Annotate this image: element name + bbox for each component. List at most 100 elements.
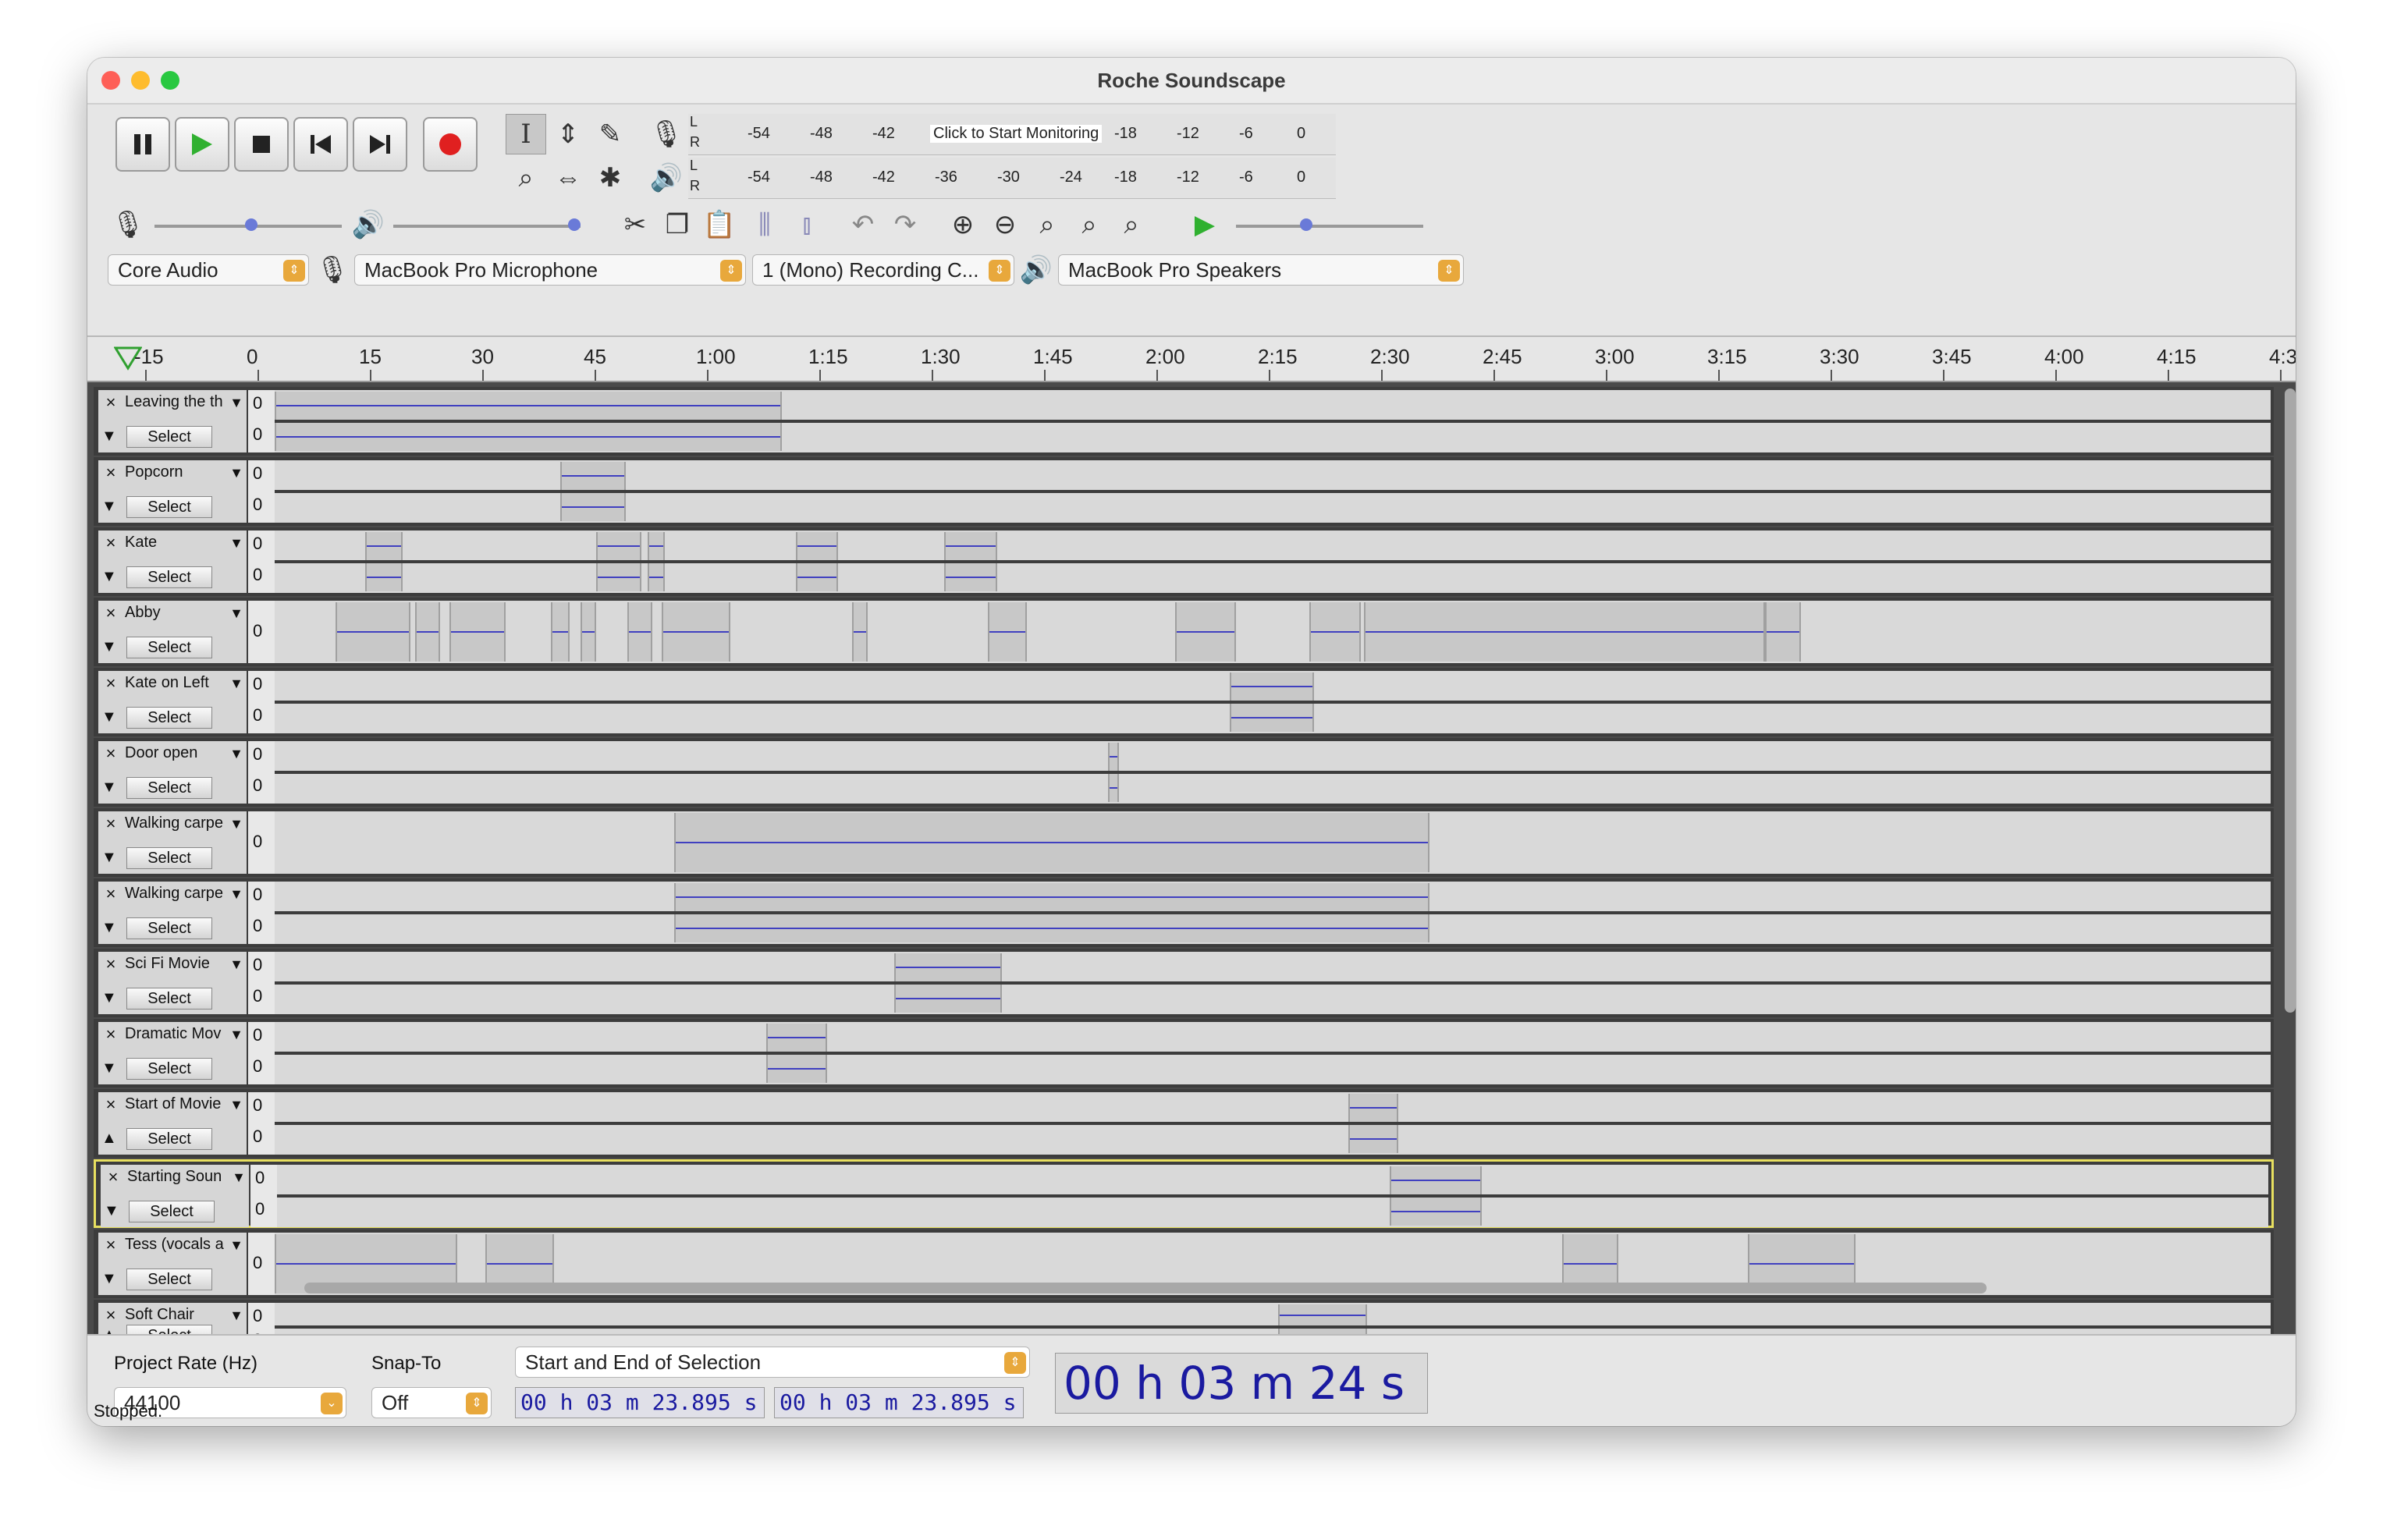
playback-meter[interactable]: L R -54 -48 -42 -36 -30 -24 -18 -12 -6 0 xyxy=(688,158,1336,199)
select-track-button[interactable]: Select xyxy=(126,426,212,448)
fit-selection-icon[interactable]: ⌕ xyxy=(1027,204,1067,245)
close-track-icon[interactable]: × xyxy=(101,1025,120,1044)
audio-clip[interactable] xyxy=(551,602,570,662)
select-track-button[interactable]: Select xyxy=(126,917,212,939)
record-button[interactable] xyxy=(423,117,478,172)
track-name[interactable]: Abby xyxy=(125,604,240,627)
collapse-track-icon[interactable]: ▼ xyxy=(104,1202,119,1220)
track[interactable]: × Walking carpe ▼ ▼ Select 0 xyxy=(94,808,2274,877)
vertical-scale[interactable]: 0 xyxy=(248,1233,275,1295)
audio-clip[interactable] xyxy=(336,602,410,662)
waveform-area[interactable] xyxy=(275,882,2271,944)
select-track-button[interactable]: Select xyxy=(126,777,212,799)
audio-position-display[interactable]: 00 h 03 m 24 s xyxy=(1055,1353,1428,1414)
audio-clip[interactable] xyxy=(894,985,1002,1013)
track-name[interactable]: Popcorn xyxy=(125,463,240,487)
track-name[interactable]: Door open xyxy=(125,744,240,768)
track-menu-chevron-icon[interactable]: ▼ xyxy=(232,1169,246,1186)
selection-mode-select[interactable]: Start and End of Selection ⇕ xyxy=(515,1347,1030,1378)
zoom-in-icon[interactable]: ⊕ xyxy=(943,204,983,245)
select-track-button[interactable]: Select xyxy=(126,496,212,518)
play-speed-slider[interactable] xyxy=(1236,218,1423,231)
track[interactable]: × Leaving the th ▼ ▼ Select 0 0 xyxy=(94,387,2274,456)
waveform-area[interactable] xyxy=(275,952,2271,1014)
collapse-track-icon[interactable]: ▲ xyxy=(101,1130,117,1148)
audio-clip[interactable] xyxy=(1765,602,1801,662)
select-track-button[interactable]: Select xyxy=(126,1128,212,1150)
track-name[interactable]: Leaving the th xyxy=(125,393,240,417)
collapse-track-icon[interactable]: ▼ xyxy=(101,428,117,445)
selection-tool[interactable]: I xyxy=(506,114,546,154)
audio-clip[interactable] xyxy=(1230,704,1314,732)
audio-clip[interactable] xyxy=(766,1055,827,1083)
audio-clip[interactable] xyxy=(894,953,1002,981)
track-name[interactable]: Walking carpe xyxy=(125,885,240,908)
audio-clip[interactable] xyxy=(596,532,641,560)
skip-to-end-button[interactable] xyxy=(353,117,407,172)
audio-clip[interactable] xyxy=(796,532,838,560)
undo-icon[interactable]: ↶ xyxy=(843,204,883,245)
audio-clip[interactable] xyxy=(852,602,868,662)
collapse-track-icon[interactable]: ▼ xyxy=(101,498,117,516)
vertical-scale[interactable]: 00 xyxy=(248,1022,275,1084)
audio-clip[interactable] xyxy=(674,813,1429,872)
close-track-icon[interactable]: × xyxy=(101,885,120,903)
select-track-button[interactable]: Select xyxy=(126,1325,212,1334)
audio-clip[interactable] xyxy=(1108,774,1119,802)
collapse-track-icon[interactable]: ▼ xyxy=(101,849,117,867)
close-track-icon[interactable]: × xyxy=(101,604,120,623)
playback-volume-slider[interactable] xyxy=(393,218,581,231)
audio-clip[interactable] xyxy=(275,392,782,420)
paste-icon[interactable]: 📋 xyxy=(699,204,740,245)
recording-volume-slider[interactable] xyxy=(154,218,342,231)
collapse-track-icon[interactable]: ▼ xyxy=(101,989,117,1007)
close-track-icon[interactable]: × xyxy=(101,463,120,482)
close-track-icon[interactable]: × xyxy=(101,393,120,412)
track-menu-chevron-icon[interactable]: ▼ xyxy=(229,465,243,481)
vertical-scale[interactable]: 00 xyxy=(248,741,275,804)
audio-clip[interactable] xyxy=(944,563,997,591)
slider-thumb[interactable] xyxy=(1300,218,1312,231)
audio-clip[interactable] xyxy=(766,1024,827,1052)
vertical-scale[interactable]: 00 xyxy=(248,390,275,452)
close-track-icon[interactable]: × xyxy=(101,1306,120,1325)
close-track-icon[interactable]: × xyxy=(104,1168,123,1187)
close-track-icon[interactable]: × xyxy=(101,744,120,763)
slider-thumb[interactable] xyxy=(245,218,257,231)
audio-clip[interactable] xyxy=(648,563,665,591)
track-menu-chevron-icon[interactable]: ▼ xyxy=(229,886,243,903)
draw-tool[interactable]: ✎ xyxy=(590,114,630,154)
waveform-area[interactable] xyxy=(275,741,2271,804)
collapse-track-icon[interactable]: ▼ xyxy=(101,708,117,726)
output-device-select[interactable]: MacBook Pro Speakers ⇕ xyxy=(1058,254,1464,286)
track-name[interactable]: Dramatic Mov xyxy=(125,1025,240,1049)
track[interactable]: × Walking carpe ▼ ▼ Select 0 0 xyxy=(94,878,2274,947)
audio-clip[interactable] xyxy=(796,563,838,591)
close-track-icon[interactable]: × xyxy=(101,814,120,833)
track[interactable]: ×Soft Chair▼▲Select00 xyxy=(94,1300,2274,1334)
silence-audio-icon[interactable]: ⫾ xyxy=(787,204,827,245)
track[interactable]: × Popcorn ▼ ▼ Select 0 0 xyxy=(94,457,2274,526)
multi-tool[interactable]: ✱ xyxy=(590,158,630,198)
track-menu-chevron-icon[interactable]: ▼ xyxy=(229,535,243,552)
pause-button[interactable] xyxy=(115,117,170,172)
collapse-track-icon[interactable]: ▼ xyxy=(101,779,117,797)
track-name[interactable]: Sci Fi Movie xyxy=(125,955,240,978)
input-device-select[interactable]: MacBook Pro Microphone ⇕ xyxy=(354,254,746,286)
track-name[interactable]: Kate xyxy=(125,534,240,557)
vertical-scale[interactable]: 00 xyxy=(248,1092,275,1155)
audio-clip[interactable] xyxy=(988,602,1027,662)
close-track-icon[interactable]: × xyxy=(101,1236,120,1254)
vertical-scale[interactable]: 0 xyxy=(248,601,275,663)
waveform-area[interactable] xyxy=(275,671,2271,733)
horizontal-scrollbar[interactable] xyxy=(304,1283,1987,1293)
vertical-scale[interactable]: 00 xyxy=(248,460,275,523)
audio-clip[interactable] xyxy=(1348,1094,1398,1122)
channels-select[interactable]: 1 (Mono) Recording C... ⇕ xyxy=(752,254,1014,286)
track-menu-chevron-icon[interactable]: ▼ xyxy=(229,1308,243,1324)
redo-icon[interactable]: ↷ xyxy=(885,204,925,245)
audio-clip[interactable] xyxy=(1108,743,1119,771)
collapse-track-icon[interactable]: ▼ xyxy=(101,568,117,586)
selection-start-time[interactable]: 00 h 03 m 23.895 s xyxy=(515,1387,765,1418)
audio-clip[interactable] xyxy=(1390,1198,1482,1226)
